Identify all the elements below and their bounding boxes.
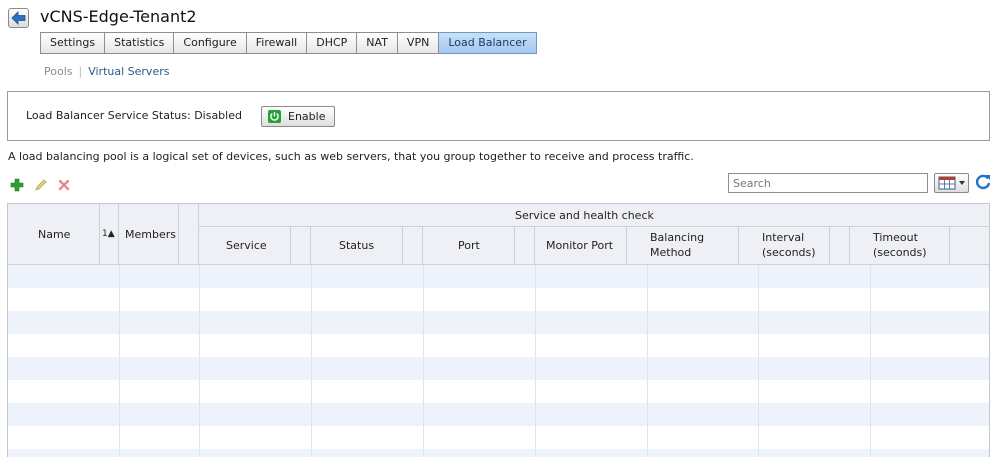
column-divider (423, 265, 424, 457)
table-row[interactable] (8, 311, 989, 334)
column-header-members[interactable]: Members (119, 204, 179, 265)
tab-bar: Settings Statistics Configure Firewall D… (40, 32, 537, 54)
service-status-value: Disabled (194, 109, 242, 122)
page-title: vCNS-Edge-Tenant2 (40, 7, 197, 26)
table-row[interactable] (8, 403, 989, 426)
subnav-separator: | (78, 65, 83, 78)
column-picker-button[interactable] (934, 173, 969, 193)
tab-settings[interactable]: Settings (40, 32, 106, 54)
enable-button[interactable]: Enable (261, 106, 335, 127)
back-arrow-icon (11, 11, 26, 25)
subnav-virtual-servers[interactable]: Virtual Servers (88, 65, 169, 78)
power-icon (268, 110, 281, 123)
column-header-timeout-label-2: (seconds) (873, 246, 927, 259)
sub-navigation: Pools | Virtual Servers (44, 65, 169, 78)
column-header-timeout[interactable]: Timeout (seconds) (850, 227, 950, 265)
service-status-panel: Load Balancer Service Status: Disabled E… (7, 91, 990, 141)
tab-vpn[interactable]: VPN (397, 32, 440, 54)
column-header-spacer (515, 227, 535, 265)
column-group-service-health: Service and health check (199, 204, 989, 227)
column-header-name[interactable]: Name (8, 204, 100, 265)
service-status-text: Load Balancer Service Status: Disabled (26, 109, 242, 122)
column-header-interval-label-1: Interval (762, 231, 805, 244)
refresh-icon[interactable] (975, 174, 991, 193)
column-header-interval[interactable]: Interval (seconds) (739, 227, 830, 265)
column-header-name-label: Name (38, 228, 71, 241)
column-header-status-label: Status (339, 239, 375, 252)
tab-nat[interactable]: NAT (357, 32, 398, 54)
delete-icon[interactable] (58, 179, 70, 194)
edit-pencil-icon[interactable] (34, 178, 48, 195)
column-header-monitor-port-label: Monitor Port (546, 239, 614, 252)
column-header-spacer (179, 204, 199, 265)
tab-load-balancer[interactable]: Load Balancer (439, 32, 537, 54)
table-row[interactable] (8, 334, 989, 357)
subnav-pools[interactable]: Pools (44, 65, 73, 78)
column-header-monitor-port[interactable]: Monitor Port (535, 227, 627, 265)
sort-indicator-label: 1▲ (102, 229, 115, 239)
column-header-spacer (950, 227, 989, 265)
column-divider (870, 265, 871, 457)
column-header-members-label: Members (125, 228, 176, 241)
pools-grid: Name 1▲ Members Service and health check… (7, 203, 990, 457)
column-header-interval-label-2: (seconds) (762, 246, 816, 259)
column-header-port-label: Port (458, 239, 480, 252)
column-divider (119, 265, 120, 457)
table-row[interactable] (8, 357, 989, 380)
column-divider (199, 265, 200, 457)
table-row[interactable] (8, 449, 989, 457)
column-header-balancing-method[interactable]: Balancing Method (627, 227, 739, 265)
column-header-spacer (830, 227, 850, 265)
column-divider (311, 265, 312, 457)
table-row[interactable] (8, 265, 989, 288)
column-header-spacer (403, 227, 423, 265)
table-row[interactable] (8, 380, 989, 403)
column-divider (758, 265, 759, 457)
column-header-port[interactable]: Port (423, 227, 515, 265)
back-button[interactable] (8, 8, 29, 28)
search-input[interactable] (728, 173, 928, 193)
column-sort-indicator[interactable]: 1▲ (100, 204, 119, 265)
column-header-spacer (291, 227, 311, 265)
column-header-service[interactable]: Service (199, 227, 291, 265)
column-group-label: Service and health check (515, 209, 654, 222)
tab-configure[interactable]: Configure (174, 32, 247, 54)
column-divider (647, 265, 648, 457)
column-header-balancing-label-2: Method (650, 246, 692, 259)
column-grid-icon (938, 176, 965, 190)
column-divider (535, 265, 536, 457)
table-row[interactable] (8, 426, 989, 449)
pool-description: A load balancing pool is a logical set o… (8, 150, 694, 163)
service-status-label: Load Balancer Service Status: (26, 109, 191, 122)
tab-firewall[interactable]: Firewall (246, 32, 308, 54)
column-header-service-label: Service (226, 239, 267, 252)
table-row[interactable] (8, 288, 989, 311)
column-header-timeout-label-1: Timeout (873, 231, 918, 244)
add-icon[interactable] (10, 178, 24, 195)
tab-dhcp[interactable]: DHCP (307, 32, 358, 54)
tab-statistics[interactable]: Statistics (105, 32, 175, 54)
enable-button-label: Enable (288, 110, 326, 123)
column-header-status[interactable]: Status (311, 227, 403, 265)
column-header-balancing-label-1: Balancing (650, 231, 705, 244)
